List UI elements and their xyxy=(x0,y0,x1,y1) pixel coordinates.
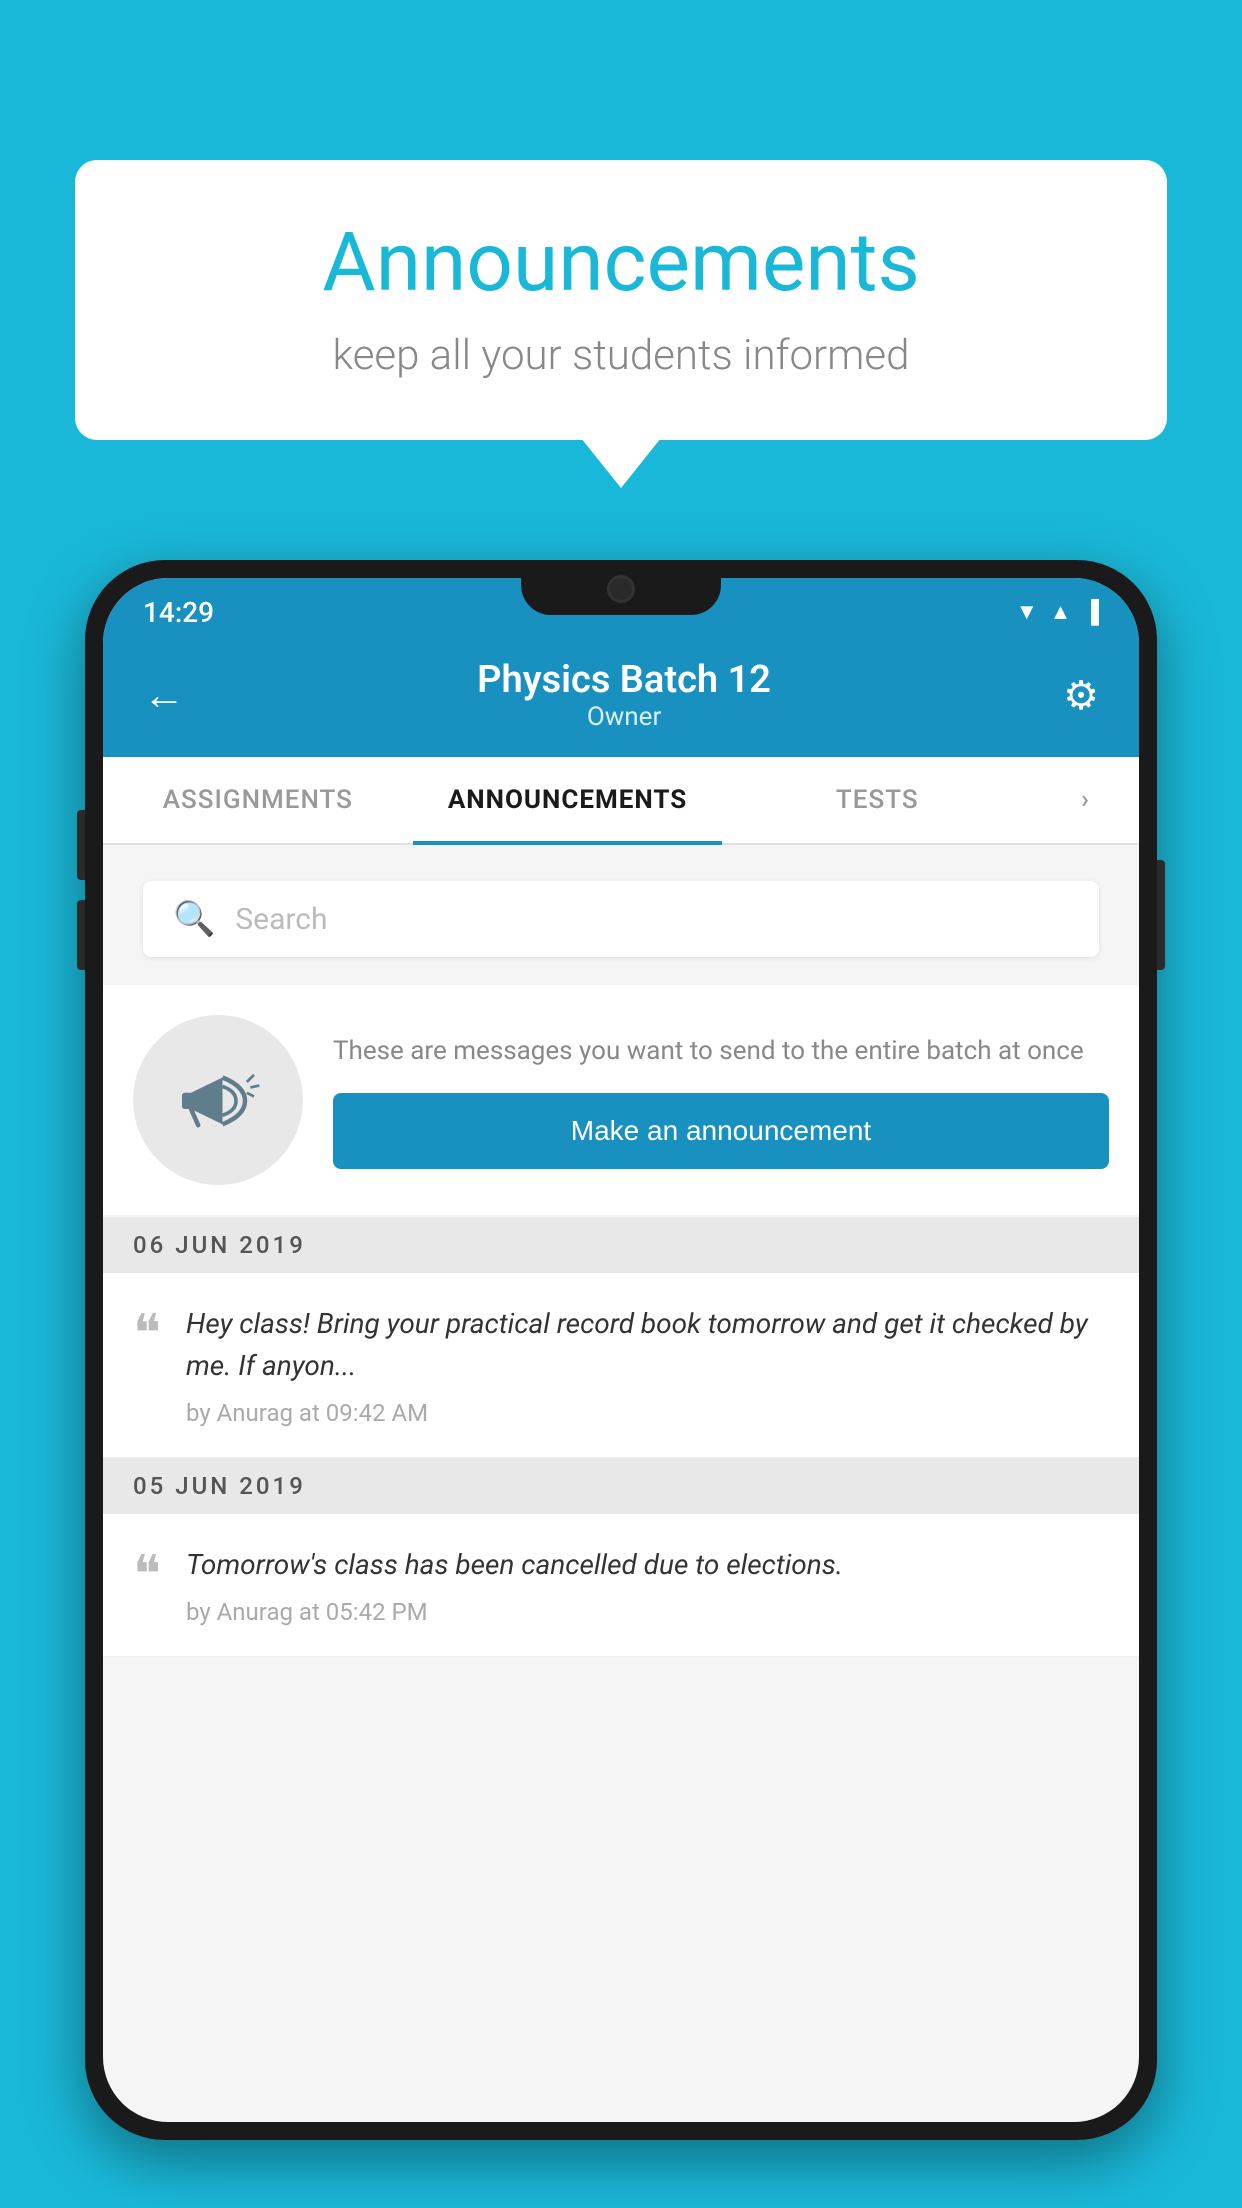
search-icon: 🔍 xyxy=(173,899,215,939)
tab-bar: ASSIGNMENTS ANNOUNCEMENTS TESTS › xyxy=(103,757,1139,845)
phone-notch xyxy=(521,560,721,615)
search-bar[interactable]: 🔍 Search xyxy=(143,881,1099,957)
announcement-content-1: Hey class! Bring your practical record b… xyxy=(186,1303,1109,1427)
status-time: 14:29 xyxy=(143,596,214,629)
phone-frame: 14:29 ▼ ▲ ▐ ← Physics Batch 12 Owner ⚙ xyxy=(85,560,1157,2140)
header-subtitle: Owner xyxy=(185,702,1063,732)
tab-tests[interactable]: TESTS xyxy=(722,757,1032,843)
announcement-content-2: Tomorrow's class has been cancelled due … xyxy=(186,1544,1109,1626)
announcement-item-1[interactable]: ❝ Hey class! Bring your practical record… xyxy=(103,1273,1139,1458)
volume-down-button xyxy=(77,900,85,970)
promo-description: These are messages you want to send to t… xyxy=(333,1032,1109,1071)
speech-bubble: Announcements keep all your students inf… xyxy=(75,160,1167,440)
megaphone-icon xyxy=(173,1055,263,1145)
make-announcement-button[interactable]: Make an announcement xyxy=(333,1093,1109,1169)
promo-section: These are messages you want to send to t… xyxy=(103,985,1139,1215)
front-camera xyxy=(607,575,635,603)
speech-bubble-subtitle: keep all your students informed xyxy=(135,331,1107,380)
announcement-text-2: Tomorrow's class has been cancelled due … xyxy=(186,1544,1109,1586)
announcement-item-2[interactable]: ❝ Tomorrow's class has been cancelled du… xyxy=(103,1514,1139,1657)
battery-icon: ▐ xyxy=(1083,599,1099,625)
promo-right: These are messages you want to send to t… xyxy=(333,1032,1109,1169)
app-header: ← Physics Batch 12 Owner ⚙ xyxy=(103,638,1139,757)
announcement-text-1: Hey class! Bring your practical record b… xyxy=(186,1303,1109,1387)
settings-icon[interactable]: ⚙ xyxy=(1063,672,1099,719)
promo-icon-circle xyxy=(133,1015,303,1185)
tab-announcements[interactable]: ANNOUNCEMENTS xyxy=(413,757,723,843)
date-separator-2: 05 JUN 2019 xyxy=(103,1458,1139,1514)
signal-icon: ▲ xyxy=(1050,599,1072,625)
status-icons: ▼ ▲ ▐ xyxy=(1016,599,1099,625)
header-center: Physics Batch 12 Owner xyxy=(185,658,1063,732)
announcement-meta-1: by Anurag at 09:42 AM xyxy=(186,1399,1109,1427)
tab-assignments[interactable]: ASSIGNMENTS xyxy=(103,757,413,843)
search-placeholder: Search xyxy=(235,902,327,937)
quote-icon-1: ❝ xyxy=(133,1308,161,1360)
speech-bubble-container: Announcements keep all your students inf… xyxy=(75,160,1167,440)
date-separator-1: 06 JUN 2019 xyxy=(103,1217,1139,1273)
header-title: Physics Batch 12 xyxy=(185,658,1063,702)
tab-more[interactable]: › xyxy=(1032,757,1139,843)
wifi-icon: ▼ xyxy=(1016,599,1038,625)
quote-icon-2: ❝ xyxy=(133,1549,161,1601)
power-button xyxy=(1157,860,1165,970)
phone-screen: 14:29 ▼ ▲ ▐ ← Physics Batch 12 Owner ⚙ xyxy=(103,578,1139,2122)
speech-bubble-title: Announcements xyxy=(135,215,1107,311)
back-button[interactable]: ← xyxy=(143,671,185,720)
volume-up-button xyxy=(77,810,85,880)
announcement-meta-2: by Anurag at 05:42 PM xyxy=(186,1598,1109,1626)
phone-container: 14:29 ▼ ▲ ▐ ← Physics Batch 12 Owner ⚙ xyxy=(85,560,1157,2208)
